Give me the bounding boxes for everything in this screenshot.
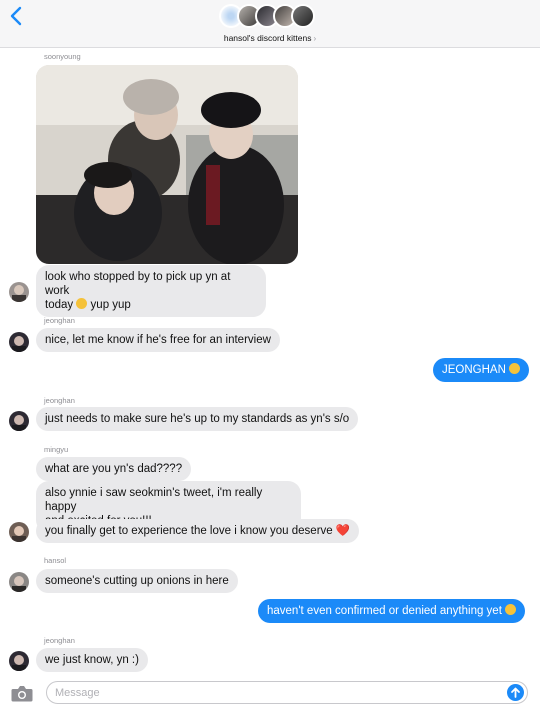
emoji-icon (509, 363, 521, 374)
photo-image (36, 65, 298, 264)
message-text: you finally get to experience the love i… (45, 525, 333, 537)
group-avatars[interactable] (219, 4, 315, 30)
message-bubble-outgoing[interactable]: JEONGHAN (433, 358, 530, 382)
message-text: we just know, yn :) (45, 654, 139, 666)
emoji-icon (76, 298, 88, 309)
avatar (9, 651, 29, 671)
group-name-label: hansol's discord kittens (223, 33, 312, 43)
conversation-header: hansol's discord kittens › (0, 0, 540, 48)
message-bubble[interactable]: just needs to make sure he's up to my st… (36, 407, 359, 431)
sender-name: hansol (44, 556, 67, 565)
sender-name: jeonghan (44, 636, 75, 645)
sender-name: jeonghan (44, 396, 75, 405)
message-text: someone's cutting up onions in here (45, 575, 229, 587)
message-text: today (45, 299, 74, 311)
message-text: yup yup (90, 299, 131, 311)
avatar (9, 411, 29, 431)
message-text: what are you yn's dad???? (45, 463, 183, 475)
heart-emoji: ❤️ (335, 525, 351, 537)
chevron-right-icon: › (313, 34, 317, 43)
message-bubble[interactable]: what are you yn's dad???? (36, 457, 192, 481)
sender-name: mingyu (44, 445, 69, 454)
message-text: just needs to make sure he's up to my st… (45, 413, 350, 425)
chevron-left-icon[interactable] (8, 6, 26, 26)
photo-attachment[interactable] (36, 65, 298, 264)
sender-name: jeonghan (44, 316, 75, 325)
message-bubble[interactable]: you finally get to experience the love i… (36, 519, 360, 543)
avatar (9, 332, 29, 352)
avatar (9, 282, 29, 302)
message-text: nice, let me know if he's free for an in… (45, 334, 271, 346)
message-bubble-outgoing[interactable]: haven't even confirmed or denied anythin… (258, 599, 526, 623)
send-button[interactable] (507, 684, 524, 701)
camera-icon[interactable] (11, 685, 33, 702)
emoji-icon (505, 604, 517, 615)
message-bubble[interactable]: someone's cutting up onions in here (36, 569, 238, 593)
message-text: JEONGHAN (442, 364, 506, 376)
message-input[interactable] (55, 682, 495, 703)
message-text: haven't even confirmed or denied anythin… (267, 605, 502, 617)
group-name[interactable]: hansol's discord kittens › (0, 33, 540, 43)
sender-name: soonyoung (44, 52, 81, 61)
avatar (9, 572, 29, 592)
avatar (9, 522, 29, 542)
message-text: also ynnie i saw seokmin's tweet, i'm re… (45, 487, 263, 513)
arrow-up-icon (511, 687, 520, 698)
message-input-field[interactable] (46, 681, 528, 704)
message-bubble[interactable]: nice, let me know if he's free for an in… (36, 328, 280, 352)
avatar (291, 4, 315, 28)
message-bubble[interactable]: we just know, yn :) (36, 648, 148, 672)
message-bubble[interactable]: look who stopped by to pick up yn at wor… (36, 265, 266, 317)
message-text: look who stopped by to pick up yn at wor… (45, 271, 231, 297)
